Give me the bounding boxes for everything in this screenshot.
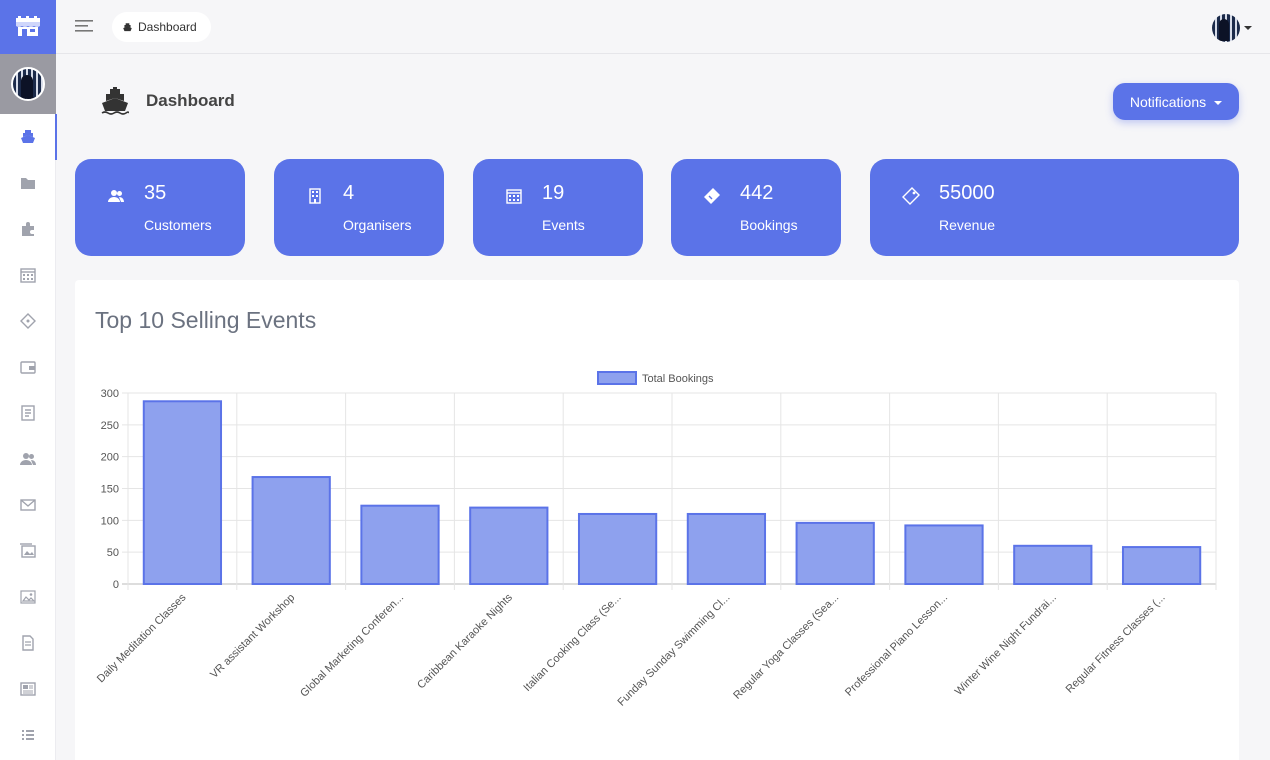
stat-value: 35: [144, 182, 167, 204]
bookings-bar-chart: 0 50 100 150 200 250 300 Daily Meditation Class…: [95, 371, 1217, 709]
sidebar: [0, 0, 57, 760]
sidebar-item-media[interactable]: [0, 574, 56, 620]
x-tick-label: Funday Sunday Swimming Cl...: [616, 592, 733, 709]
ship-icon: [123, 22, 132, 31]
sidebar-item-list[interactable]: [0, 712, 56, 758]
book-icon: [21, 405, 35, 421]
top-events-panel: Top 10 Selling Events 0 50 100 150 200 250 300…: [75, 280, 1239, 760]
x-tick-label: Italian Cooking Class (Se...: [521, 592, 623, 694]
sidebar-item-categories[interactable]: [0, 160, 56, 206]
wallet-icon: [20, 361, 36, 374]
sidebar-item-addons[interactable]: [0, 206, 56, 252]
x-tick-label: Daily Meditation Classes: [95, 591, 189, 685]
users-icon: [20, 453, 36, 465]
x-tick-label: Professional Piano Lesson...: [843, 592, 950, 699]
bar: [1013, 544, 1093, 585]
images-icon: [20, 543, 36, 558]
stat-value: 55000: [939, 182, 995, 204]
sidebar-item-users[interactable]: [0, 436, 56, 482]
puzzle-icon: [22, 222, 34, 236]
chevron-down-icon: [1214, 100, 1223, 105]
x-tick-label: Regular Yoga Classes (Sea...: [731, 592, 841, 702]
stat-label: Events: [542, 217, 585, 233]
stat-value: 19: [542, 182, 565, 204]
stat-card-bookings[interactable]: 442 Bookings: [671, 159, 841, 256]
x-tick-label: VR assistant Workshop: [208, 592, 297, 681]
sidebar-item-mail[interactable]: [0, 482, 56, 528]
bar: [904, 524, 984, 585]
x-tick-label: Regular Fitness Classes (...: [1064, 592, 1168, 696]
page-header: Dashboard: [100, 86, 235, 116]
stat-card-customers[interactable]: 35 Customers: [75, 159, 245, 256]
store-logo-icon: [16, 16, 40, 36]
calendar-icon: [20, 268, 36, 283]
bar: [469, 506, 549, 586]
list-icon: [22, 730, 34, 740]
bar: [1121, 546, 1202, 585]
bar: [795, 521, 875, 586]
mail-icon: [20, 499, 36, 511]
sidebar-item-tickets[interactable]: [0, 298, 56, 344]
bar: [686, 512, 767, 585]
sidebar-item-payments[interactable]: [0, 344, 56, 390]
stat-value: 442: [740, 182, 774, 204]
stat-card-organisers[interactable]: 4 Organisers: [274, 159, 444, 256]
breadcrumb[interactable]: Dashboard: [112, 12, 211, 42]
y-tick-label: 50: [107, 547, 119, 559]
y-tick-label: 200: [101, 452, 119, 464]
legend-label: Total Bookings: [642, 373, 714, 385]
chevron-down-icon[interactable]: [1244, 26, 1252, 30]
stat-card-events[interactable]: 19 Events: [473, 159, 643, 256]
stat-label: Revenue: [939, 217, 996, 233]
notifications-label: Notifications: [1129, 93, 1207, 110]
stat-value: 4: [343, 182, 355, 204]
y-tick-label: 0: [113, 579, 119, 591]
stat-label: Organisers: [343, 217, 412, 233]
ticket-icon: [704, 188, 720, 204]
ship-icon: [21, 130, 35, 143]
y-tick-label: 250: [101, 420, 119, 432]
avatar[interactable]: [11, 67, 45, 101]
folder-icon: [21, 178, 35, 189]
sidebar-item-events[interactable]: [0, 252, 56, 298]
bar: [577, 512, 658, 585]
ticket-icon: [20, 313, 36, 329]
y-tick-label: 300: [101, 388, 119, 400]
y-tick-label: 100: [101, 515, 119, 527]
y-tick-label: 150: [101, 484, 119, 496]
hamburger-menu-icon[interactable]: [74, 17, 96, 35]
stat-label: Bookings: [740, 217, 798, 233]
bar: [142, 400, 223, 585]
page-title: Dashboard: [146, 91, 235, 110]
image-icon: [20, 590, 36, 604]
calendar-icon: [506, 189, 522, 204]
building-icon: [309, 188, 321, 204]
file-icon: [22, 635, 34, 651]
x-tick-label: Winter Wine Night Fundrai...: [953, 592, 1059, 698]
users-icon: [108, 190, 124, 202]
logo[interactable]: [0, 0, 56, 54]
newspaper-icon: [20, 682, 36, 696]
x-tick-label: Global Marketing Conferen...: [298, 592, 406, 700]
ship-icon: [101, 87, 130, 115]
user-avatar-box[interactable]: [0, 54, 56, 114]
notifications-button[interactable]: Notifications: [1113, 83, 1239, 120]
sidebar-item-documents[interactable]: [0, 620, 56, 666]
sidebar-item-dashboard[interactable]: [0, 114, 57, 160]
bar: [251, 476, 331, 585]
sidebar-item-pages[interactable]: [0, 390, 56, 436]
topbar: Dashboard: [56, 0, 1270, 54]
legend-swatch: [597, 371, 637, 385]
breadcrumb-label: Dashboard: [138, 20, 197, 34]
stat-label: Customers: [144, 217, 212, 233]
sidebar-item-gallery[interactable]: [0, 528, 56, 574]
stat-card-revenue[interactable]: 55000 Revenue: [870, 159, 1239, 256]
x-tick-label: Caribbean Karaoke Nights: [415, 591, 515, 691]
bar: [360, 504, 440, 585]
user-menu-avatar[interactable]: [1212, 14, 1240, 42]
tag-icon: [902, 187, 920, 205]
sidebar-item-blog[interactable]: [0, 666, 56, 712]
